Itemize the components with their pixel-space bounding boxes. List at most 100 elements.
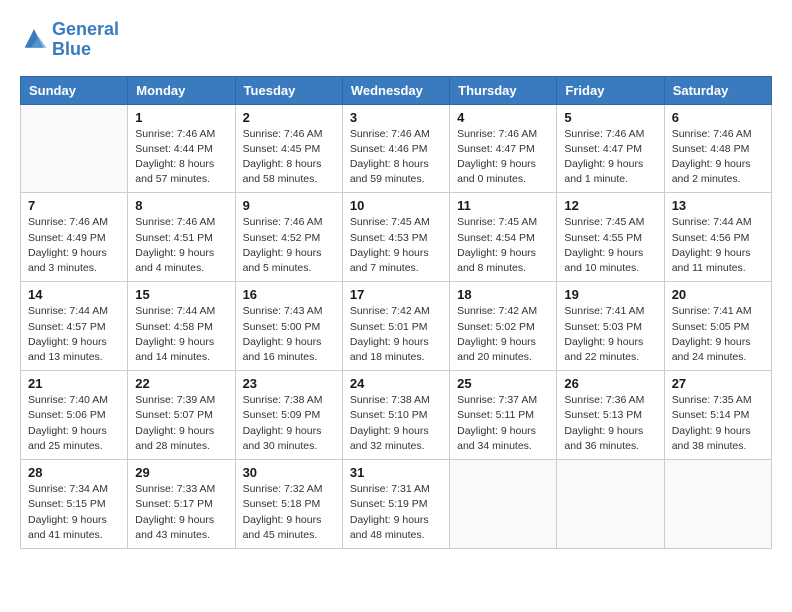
- day-number: 3: [350, 110, 442, 125]
- calendar-cell: 16 Sunrise: 7:43 AMSunset: 5:00 PMDayligh…: [235, 282, 342, 371]
- week-row-4: 21Sunrise: 7:40 AMSunset: 5:06 PMDayligh…: [21, 371, 772, 460]
- day-info: Sunrise: 7:40 AMSunset: 5:06 PMDaylight:…: [28, 393, 120, 454]
- calendar-cell: 9Sunrise: 7:46 AMSunset: 4:52 PMDaylight…: [235, 193, 342, 282]
- calendar-cell: 31Sunrise: 7:31 AMSunset: 5:19 PMDayligh…: [342, 460, 449, 549]
- day-info: Sunrise: 7:34 AMSunset: 5:15 PMDaylight:…: [28, 482, 120, 543]
- day-info: Sunrise: 7:46 AMSunset: 4:46 PMDaylight:…: [350, 127, 442, 188]
- day-info: Sunrise: 7:45 AMSunset: 4:54 PMDaylight:…: [457, 215, 549, 276]
- day-info: Sunrise: 7:44 AMSunset: 4:57 PMDaylight:…: [28, 304, 120, 365]
- day-info: Sunrise: 7:42 AMSunset: 5:02 PMDaylight:…: [457, 304, 549, 365]
- col-header-friday: Friday: [557, 76, 664, 104]
- day-info: Sunrise: 7:45 AMSunset: 4:53 PMDaylight:…: [350, 215, 442, 276]
- col-header-sunday: Sunday: [21, 76, 128, 104]
- calendar-cell: 6 Sunrise: 7:46 AMSunset: 4:48 PMDaylight…: [664, 104, 771, 193]
- day-number: 13: [672, 198, 764, 213]
- day-number: 16: [243, 287, 335, 302]
- day-number: 22: [135, 376, 227, 391]
- calendar-cell: 5 Sunrise: 7:46 AMSunset: 4:47 PMDaylight…: [557, 104, 664, 193]
- calendar-cell: [664, 460, 771, 549]
- day-number: 18: [457, 287, 549, 302]
- day-number: 28: [28, 465, 120, 480]
- calendar-cell: 17Sunrise: 7:42 AMSunset: 5:01 PMDayligh…: [342, 282, 449, 371]
- day-info: Sunrise: 7:46 AMSunset: 4:49 PMDaylight:…: [28, 215, 120, 276]
- day-info: Sunrise: 7:46 AMSunset: 4:47 PMDaylight:…: [457, 127, 549, 188]
- day-number: 31: [350, 465, 442, 480]
- logo: General Blue: [20, 20, 119, 60]
- calendar-cell: 18 Sunrise: 7:42 AMSunset: 5:02 PMDayligh…: [450, 282, 557, 371]
- week-row-5: 28 Sunrise: 7:34 AMSunset: 5:15 PMDayligh…: [21, 460, 772, 549]
- day-number: 30: [243, 465, 335, 480]
- calendar-cell: 24 Sunrise: 7:38 AMSunset: 5:10 PMDayligh…: [342, 371, 449, 460]
- calendar-cell: 26 Sunrise: 7:36 AMSunset: 5:13 PMDayligh…: [557, 371, 664, 460]
- day-number: 8: [135, 198, 227, 213]
- day-info: Sunrise: 7:46 AMSunset: 4:48 PMDaylight:…: [672, 127, 764, 188]
- calendar-cell: 15 Sunrise: 7:44 AMSunset: 4:58 PMDayligh…: [128, 282, 235, 371]
- day-number: 7: [28, 198, 120, 213]
- day-info: Sunrise: 7:38 AMSunset: 5:10 PMDaylight:…: [350, 393, 442, 454]
- day-info: Sunrise: 7:46 AMSunset: 4:47 PMDaylight:…: [564, 127, 656, 188]
- day-number: 27: [672, 376, 764, 391]
- day-number: 19: [564, 287, 656, 302]
- calendar-cell: [557, 460, 664, 549]
- calendar-cell: 22 Sunrise: 7:39 AMSunset: 5:07 PMDayligh…: [128, 371, 235, 460]
- week-row-3: 14 Sunrise: 7:44 AMSunset: 4:57 PMDayligh…: [21, 282, 772, 371]
- col-header-monday: Monday: [128, 76, 235, 104]
- day-info: Sunrise: 7:35 AMSunset: 5:14 PMDaylight:…: [672, 393, 764, 454]
- day-info: Sunrise: 7:45 AMSunset: 4:55 PMDaylight:…: [564, 215, 656, 276]
- day-info: Sunrise: 7:46 AMSunset: 4:45 PMDaylight:…: [243, 127, 335, 188]
- day-number: 15: [135, 287, 227, 302]
- day-number: 11: [457, 198, 549, 213]
- day-number: 12: [564, 198, 656, 213]
- calendar-cell: 20 Sunrise: 7:41 AMSunset: 5:05 PMDayligh…: [664, 282, 771, 371]
- day-number: 24: [350, 376, 442, 391]
- day-number: 10: [350, 198, 442, 213]
- day-info: Sunrise: 7:37 AMSunset: 5:11 PMDaylight:…: [457, 393, 549, 454]
- calendar-cell: 13Sunrise: 7:44 AMSunset: 4:56 PMDayligh…: [664, 193, 771, 282]
- day-info: Sunrise: 7:39 AMSunset: 5:07 PMDaylight:…: [135, 393, 227, 454]
- calendar-cell: 7 Sunrise: 7:46 AMSunset: 4:49 PMDaylight…: [21, 193, 128, 282]
- day-number: 29: [135, 465, 227, 480]
- day-number: 14: [28, 287, 120, 302]
- day-number: 2: [243, 110, 335, 125]
- col-header-tuesday: Tuesday: [235, 76, 342, 104]
- week-row-1: 1Sunrise: 7:46 AMSunset: 4:44 PMDaylight…: [21, 104, 772, 193]
- day-info: Sunrise: 7:38 AMSunset: 5:09 PMDaylight:…: [243, 393, 335, 454]
- calendar-cell: 11 Sunrise: 7:45 AMSunset: 4:54 PMDayligh…: [450, 193, 557, 282]
- calendar-cell: 29 Sunrise: 7:33 AMSunset: 5:17 PMDayligh…: [128, 460, 235, 549]
- day-number: 6: [672, 110, 764, 125]
- day-info: Sunrise: 7:46 AMSunset: 4:44 PMDaylight:…: [135, 127, 227, 188]
- day-info: Sunrise: 7:32 AMSunset: 5:18 PMDaylight:…: [243, 482, 335, 543]
- day-info: Sunrise: 7:43 AMSunset: 5:00 PMDaylight:…: [243, 304, 335, 365]
- calendar-cell: [21, 104, 128, 193]
- day-number: 26: [564, 376, 656, 391]
- day-number: 4: [457, 110, 549, 125]
- logo-icon: [20, 26, 48, 54]
- day-info: Sunrise: 7:42 AMSunset: 5:01 PMDaylight:…: [350, 304, 442, 365]
- calendar-cell: 10 Sunrise: 7:45 AMSunset: 4:53 PMDayligh…: [342, 193, 449, 282]
- calendar-cell: 27 Sunrise: 7:35 AMSunset: 5:14 PMDayligh…: [664, 371, 771, 460]
- calendar-header-row: SundayMondayTuesdayWednesdayThursdayFrid…: [21, 76, 772, 104]
- day-number: 20: [672, 287, 764, 302]
- calendar-cell: 23 Sunrise: 7:38 AMSunset: 5:09 PMDayligh…: [235, 371, 342, 460]
- col-header-wednesday: Wednesday: [342, 76, 449, 104]
- calendar-cell: 28 Sunrise: 7:34 AMSunset: 5:15 PMDayligh…: [21, 460, 128, 549]
- day-info: Sunrise: 7:36 AMSunset: 5:13 PMDaylight:…: [564, 393, 656, 454]
- calendar-table: SundayMondayTuesdayWednesdayThursdayFrid…: [20, 76, 772, 549]
- day-info: Sunrise: 7:33 AMSunset: 5:17 PMDaylight:…: [135, 482, 227, 543]
- day-number: 9: [243, 198, 335, 213]
- calendar-cell: 19 Sunrise: 7:41 AMSunset: 5:03 PMDayligh…: [557, 282, 664, 371]
- day-info: Sunrise: 7:44 AMSunset: 4:58 PMDaylight:…: [135, 304, 227, 365]
- calendar-cell: 14 Sunrise: 7:44 AMSunset: 4:57 PMDayligh…: [21, 282, 128, 371]
- calendar-cell: 4 Sunrise: 7:46 AMSunset: 4:47 PMDaylight…: [450, 104, 557, 193]
- calendar-cell: 8 Sunrise: 7:46 AMSunset: 4:51 PMDaylight…: [128, 193, 235, 282]
- calendar-cell: [450, 460, 557, 549]
- day-number: 5: [564, 110, 656, 125]
- col-header-saturday: Saturday: [664, 76, 771, 104]
- col-header-thursday: Thursday: [450, 76, 557, 104]
- logo-text: General Blue: [52, 20, 119, 60]
- calendar-cell: 12 Sunrise: 7:45 AMSunset: 4:55 PMDayligh…: [557, 193, 664, 282]
- day-number: 23: [243, 376, 335, 391]
- day-info: Sunrise: 7:41 AMSunset: 5:03 PMDaylight:…: [564, 304, 656, 365]
- day-info: Sunrise: 7:46 AMSunset: 4:51 PMDaylight:…: [135, 215, 227, 276]
- day-info: Sunrise: 7:41 AMSunset: 5:05 PMDaylight:…: [672, 304, 764, 365]
